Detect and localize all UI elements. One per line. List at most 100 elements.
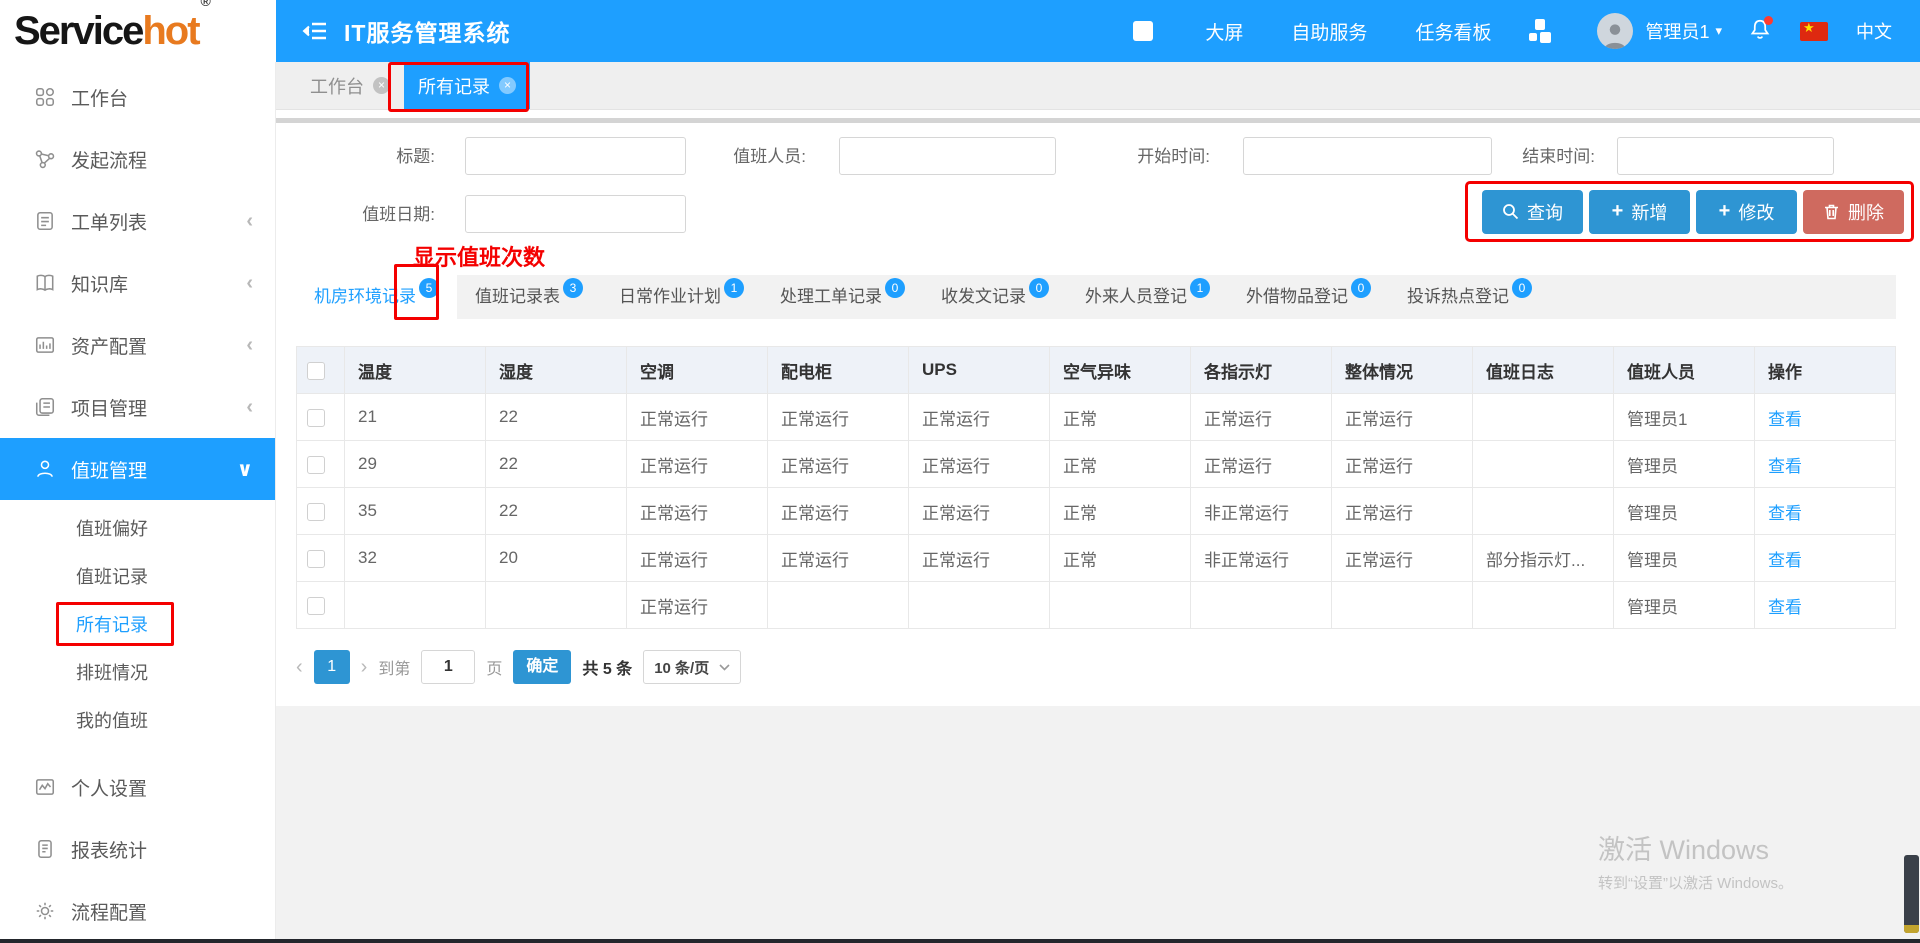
brand-logo-text: Servicehot® [14, 9, 207, 54]
sidebar-item-ticket-list[interactable]: 工单列表 ‹ [0, 190, 275, 252]
view-link[interactable]: 查看 [1768, 457, 1802, 476]
sidebar-collapse-icon[interactable] [302, 20, 328, 42]
row-checkbox[interactable] [307, 550, 325, 568]
row-checkbox[interactable] [307, 409, 325, 427]
table-cell: 正常运行 [768, 488, 909, 535]
record-tab-label: 值班记录表 [475, 275, 560, 319]
sidebar-subitem-duty-schedule[interactable]: 排班情况 [0, 648, 275, 696]
record-tab-label: 机房环境记录 [314, 275, 416, 319]
flag-icon[interactable]: ★ [1800, 22, 1828, 41]
view-link[interactable]: 查看 [1768, 410, 1802, 429]
row-checkbox[interactable] [307, 597, 325, 615]
edit-button[interactable]: +修改 [1696, 190, 1797, 234]
sidebar-item-start-flow[interactable]: 发起流程 [0, 128, 275, 190]
fullscreen-icon[interactable] [1133, 21, 1153, 41]
notification-dot [1764, 16, 1773, 25]
sidebar-subitem-duty-record[interactable]: 值班记录 [0, 552, 275, 600]
table-row: 2922正常运行正常运行正常运行正常正常运行正常运行管理员查看 [297, 441, 1896, 488]
windows-watermark: 激活 Windows 转到“设置”以激活 Windows。 [1598, 828, 1793, 893]
avatar[interactable] [1597, 13, 1633, 49]
sidebar-item-report-stats[interactable]: 报表统计 [0, 818, 275, 880]
record-tab-label: 收发文记录 [941, 275, 1026, 319]
title-input[interactable] [465, 137, 686, 175]
apps-grid-icon[interactable] [1529, 19, 1551, 43]
add-button[interactable]: +新增 [1589, 190, 1690, 234]
record-tab-room-env-record[interactable]: 机房环境记录5 [296, 275, 457, 319]
plus-icon: + [1612, 203, 1624, 220]
close-icon[interactable]: × [499, 77, 516, 94]
record-tab-daily-work-plan[interactable]: 日常作业计划1 [601, 275, 762, 319]
sidebar-subitem-my-duty[interactable]: 我的值班 [0, 696, 275, 744]
record-tab-duty-record-sheet[interactable]: 值班记录表3 [457, 275, 601, 319]
search-button[interactable]: 查询 [1482, 190, 1583, 234]
table-cell: 正常运行 [909, 394, 1050, 441]
sidebar-item-label: 工单列表 [71, 208, 147, 235]
view-link[interactable]: 查看 [1768, 598, 1802, 617]
sidebar-item-personal-settings[interactable]: 个人设置 [0, 756, 275, 818]
record-tab-label: 处理工单记录 [780, 275, 882, 319]
sidebar-item-label: 个人设置 [71, 774, 147, 801]
notification-bell-icon[interactable] [1748, 18, 1772, 44]
records-table: 温度湿度空调配电柜UPS空气异味各指示灯整体情况值班日志值班人员操作2122正常… [296, 346, 1896, 629]
sidebar-item-asset-config[interactable]: 资产配置‹ [0, 314, 275, 376]
record-tab-lend-item-register[interactable]: 外借物品登记0 [1228, 275, 1389, 319]
record-tab-doc-exchange-record[interactable]: 收发文记录0 [923, 275, 1067, 319]
prev-page-icon[interactable]: ‹ [296, 650, 303, 684]
select-all-checkbox[interactable] [307, 362, 325, 380]
delete-button[interactable]: 删除 [1803, 190, 1904, 234]
workbench-icon [34, 86, 56, 108]
table-cell: 正常 [1050, 488, 1191, 535]
next-page-icon[interactable]: › [361, 650, 368, 684]
duty-mgmt-icon [34, 458, 56, 480]
row-checkbox[interactable] [307, 456, 325, 474]
close-icon[interactable]: × [373, 77, 390, 94]
sidebar-subitem-duty-preference[interactable]: 值班偏好 [0, 504, 275, 552]
table-cell: 正常运行 [768, 535, 909, 582]
record-tab-ticket-handle-record[interactable]: 处理工单记录0 [762, 275, 923, 319]
record-tab-complaint-register[interactable]: 投诉热点登记0 [1389, 275, 1550, 319]
goto-page-input[interactable] [421, 650, 475, 684]
brand-logo: Servicehot® [0, 0, 276, 62]
language-switch[interactable]: 中文 [1856, 18, 1892, 44]
nav-task-board[interactable]: 任务看板 [1415, 18, 1491, 45]
nav-self-service[interactable]: 自助服务 [1291, 18, 1367, 45]
user-name[interactable]: 管理员1 [1645, 18, 1709, 44]
sidebar-item-project-mgmt[interactable]: 项目管理‹ [0, 376, 275, 438]
table-row: 3522正常运行正常运行正常运行正常非正常运行正常运行管理员查看 [297, 488, 1896, 535]
page-size-select[interactable]: 10 条/页 [643, 650, 741, 684]
tab-workbench[interactable]: 工作台 × [296, 62, 404, 109]
table-cell: 部分指示灯... [1473, 535, 1614, 582]
sidebar-item-label: 工作台 [71, 84, 128, 111]
table-cell: 正常 [1050, 394, 1191, 441]
table-cell: 22 [486, 488, 627, 535]
confirm-button[interactable]: 确定 [513, 650, 571, 684]
sidebar-item-label: 发起流程 [71, 146, 147, 173]
record-tab-visitor-register[interactable]: 外来人员登记1 [1067, 275, 1228, 319]
start-time-input[interactable] [1243, 137, 1492, 175]
table-header: 操作 [1755, 347, 1896, 394]
table-cell: 21 [345, 394, 486, 441]
view-link[interactable]: 查看 [1768, 551, 1802, 570]
sidebar-subitem-all-records[interactable]: 所有记录 [0, 600, 275, 648]
scrollbar-thumb[interactable] [1904, 855, 1919, 933]
current-page[interactable]: 1 [314, 650, 350, 684]
sidebar-item-flow-config[interactable]: 流程配置 [0, 880, 275, 942]
tab-all-records[interactable]: 所有记录 × [404, 62, 530, 109]
sidebar-item-knowledge-base[interactable]: 知识库‹ [0, 252, 275, 314]
sidebar-item-duty-mgmt[interactable]: 值班管理∨ [0, 438, 275, 500]
table-cell: 正常运行 [627, 582, 768, 629]
view-link[interactable]: 查看 [1768, 504, 1802, 523]
window-bottom-edge [0, 939, 1920, 943]
table-cell: 管理员1 [1614, 394, 1755, 441]
count-badge: 1 [1190, 278, 1210, 298]
table-cell [768, 582, 909, 629]
duty-date-input[interactable] [465, 195, 686, 233]
end-time-input[interactable] [1617, 137, 1834, 175]
table-cell: 正常运行 [768, 394, 909, 441]
sidebar-item-workbench[interactable]: 工作台 [0, 66, 275, 128]
nav-big-screen[interactable]: 大屏 [1205, 18, 1243, 45]
row-checkbox[interactable] [307, 503, 325, 521]
chevron-left-icon: ‹ [246, 210, 253, 233]
duty-person-input[interactable] [839, 137, 1056, 175]
table-header: 湿度 [486, 347, 627, 394]
